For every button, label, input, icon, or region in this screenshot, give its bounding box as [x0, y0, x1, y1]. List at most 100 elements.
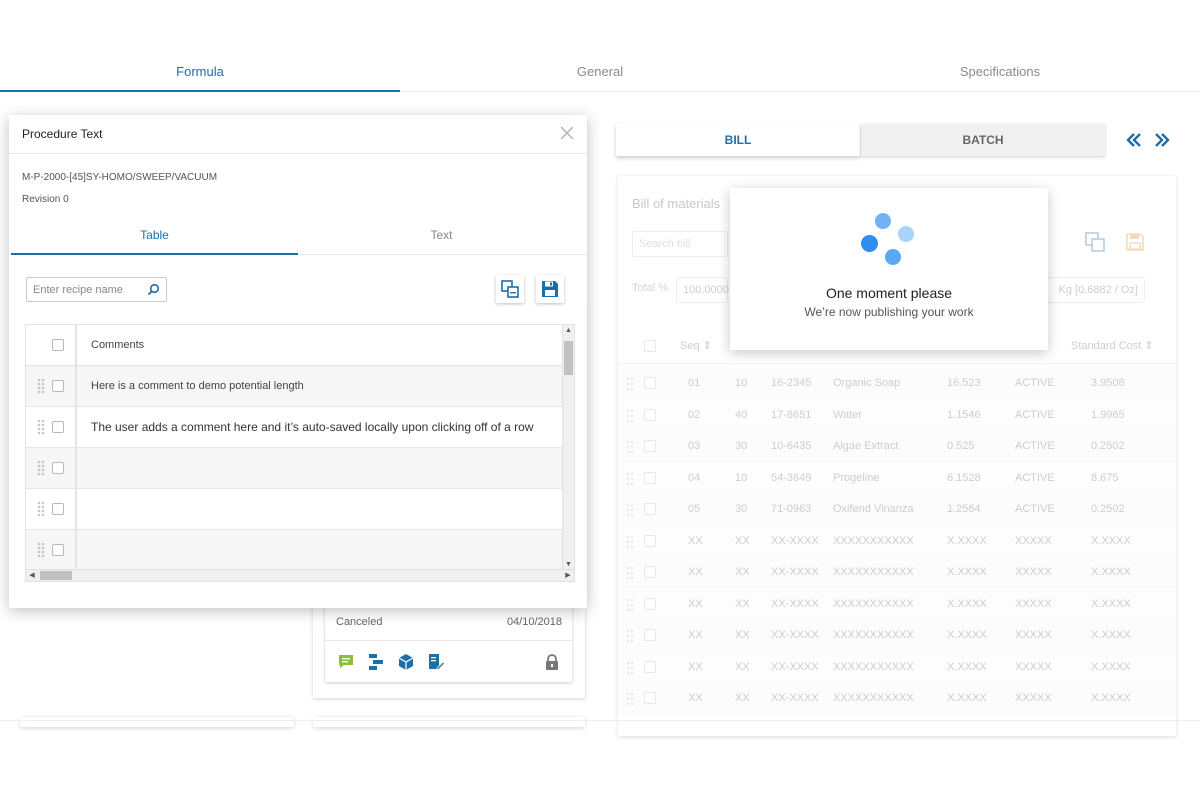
- line-cell: XX: [735, 692, 750, 704]
- tab-text[interactable]: Text: [298, 221, 585, 255]
- double-chevron-right-icon[interactable]: [1151, 128, 1173, 152]
- row-checkbox[interactable]: [644, 629, 656, 641]
- loader-title: One moment please: [825, 285, 953, 301]
- search-icon[interactable]: [147, 283, 160, 296]
- status-cell: XXXXX: [1015, 534, 1052, 547]
- status-cell: ACTIVE: [1015, 408, 1055, 421]
- row-checkbox[interactable]: [644, 534, 656, 547]
- scroll-up-icon[interactable]: ▲: [563, 325, 574, 337]
- drag-handle-icon[interactable]: [626, 598, 634, 612]
- recipe-status: Canceled: [336, 616, 383, 628]
- drag-handle-icon[interactable]: [37, 419, 45, 435]
- table-row[interactable]: The user adds a comment here and it’s au…: [26, 407, 564, 448]
- row-checkbox[interactable]: [52, 503, 64, 515]
- scroll-left-icon[interactable]: ◀: [26, 570, 38, 581]
- table-row[interactable]: [26, 489, 564, 530]
- recipe-search-field[interactable]: [26, 277, 167, 302]
- cost-cell: 1.9965: [1091, 408, 1125, 421]
- table-row[interactable]: 04 10 54-3649 Progeline 6.1528 ACTIVE 8.675: [618, 462, 1176, 494]
- package-icon[interactable]: [397, 653, 415, 671]
- table-row[interactable]: 03 30 10-6435 Algae Extract 0.525 ACTIVE 0.250…: [618, 431, 1176, 462]
- edit-doc-icon[interactable]: [427, 653, 446, 671]
- column-header-seq[interactable]: Seq ⇕: [680, 328, 712, 359]
- drag-handle-icon[interactable]: [626, 661, 634, 675]
- table-row[interactable]: XX XX XX-XXXX XXXXXXXXXXX X.XXXX XXXXX X.XXXX: [618, 651, 1176, 683]
- seq-cell: XX: [688, 629, 703, 641]
- row-checkbox[interactable]: [52, 380, 64, 392]
- row-checkbox[interactable]: [644, 408, 656, 421]
- comment-text[interactable]: The user adds a comment here and it’s au…: [91, 407, 533, 448]
- scrollbar-thumb[interactable]: [40, 571, 72, 580]
- drag-handle-icon[interactable]: [626, 629, 634, 643]
- close-icon[interactable]: [559, 125, 575, 141]
- cost-cell: 0.2502: [1091, 503, 1125, 515]
- table-row[interactable]: XX XX XX-XXXX XXXXXXXXXXX X.XXXX XXXXX X.XXXX: [618, 620, 1176, 651]
- table-row[interactable]: XX XX XX-XXXX XXXXXXXXXXX X.XXXX XXXXX X.XXXX: [618, 588, 1176, 620]
- row-checkbox[interactable]: [644, 440, 656, 452]
- drag-handle-icon[interactable]: [626, 692, 634, 706]
- table-row[interactable]: 05 30 71-0963 Oxifend Vinanza 1.2564 ACTIVE 0.…: [618, 494, 1176, 525]
- select-all-checkbox[interactable]: [644, 340, 656, 352]
- drag-handle-icon[interactable]: [626, 472, 634, 486]
- row-checkbox[interactable]: [52, 544, 64, 556]
- table-row[interactable]: 02 40 17-8651 Water 1.1546 ACTIVE 1.9965: [618, 399, 1176, 431]
- horizontal-scrollbar[interactable]: ◀ ▶: [26, 569, 574, 581]
- row-checkbox[interactable]: [644, 566, 656, 578]
- comment-text[interactable]: Here is a comment to demo potential leng…: [91, 366, 304, 407]
- segment-batch[interactable]: BATCH: [861, 124, 1105, 156]
- drag-handle-icon[interactable]: [626, 377, 634, 391]
- drag-handle-icon[interactable]: [626, 409, 634, 423]
- bill-search-input[interactable]: Search bill: [632, 231, 728, 257]
- table-row[interactable]: XX XX XX-XXXX XXXXXXXXXXX X.XXXX XXXXX X.XXXX: [618, 557, 1176, 588]
- tab-general[interactable]: General: [400, 52, 800, 92]
- drag-handle-icon[interactable]: [626, 503, 634, 517]
- recipe-search-input[interactable]: [33, 282, 143, 298]
- workflow-icon[interactable]: [367, 653, 385, 671]
- double-chevron-left-icon[interactable]: [1123, 128, 1145, 152]
- save-icon[interactable]: [1124, 231, 1152, 259]
- tab-formula[interactable]: Formula: [0, 52, 400, 92]
- drag-handle-icon[interactable]: [37, 460, 45, 476]
- drag-handle-icon[interactable]: [37, 542, 45, 558]
- row-checkbox[interactable]: [52, 421, 64, 433]
- drag-handle-icon[interactable]: [626, 535, 634, 549]
- lock-icon[interactable]: [543, 653, 561, 671]
- drag-handle-icon[interactable]: [626, 566, 634, 580]
- vertical-scrollbar[interactable]: ▲ ▼: [562, 325, 574, 571]
- column-header-standard-cost[interactable]: Standard Cost ⇕: [1071, 328, 1154, 359]
- copy-icon[interactable]: [1084, 231, 1112, 259]
- drag-handle-icon[interactable]: [37, 501, 45, 517]
- row-checkbox[interactable]: [644, 503, 656, 515]
- segment-bill[interactable]: BILL: [616, 124, 860, 156]
- save-button[interactable]: [536, 275, 564, 303]
- bill-unit-value[interactable]: Kg [0.6882 / Oz]: [1041, 277, 1145, 303]
- ingredient-name-cell: Progeline: [833, 471, 880, 484]
- table-row[interactable]: [26, 530, 564, 571]
- row-checkbox[interactable]: [644, 660, 656, 673]
- row-checkbox[interactable]: [644, 471, 656, 484]
- drag-handle-icon[interactable]: [626, 440, 634, 454]
- row-checkbox[interactable]: [644, 597, 656, 610]
- copy-button[interactable]: [496, 275, 524, 303]
- comment-icon[interactable]: [337, 653, 355, 671]
- bill-total-value[interactable]: 100.0000: [676, 277, 729, 303]
- select-all-checkbox[interactable]: [52, 339, 64, 351]
- loader-dot: [875, 213, 891, 229]
- recipe-card[interactable]: Canceled 04/10/2018: [325, 605, 572, 682]
- table-row[interactable]: Here is a comment to demo potential leng…: [26, 366, 564, 407]
- scrollbar-thumb[interactable]: [564, 341, 573, 375]
- code-cell: 71-0963: [771, 503, 812, 515]
- table-row[interactable]: 01 10 16-2345 Organic Soap 16.523 ACTIVE 3.950…: [618, 368, 1176, 399]
- table-row[interactable]: XX XX XX-XXXX XXXXXXXXXXX X.XXXX XXXXX X.XXXX: [618, 683, 1176, 714]
- tab-table[interactable]: Table: [11, 221, 298, 255]
- scroll-right-icon[interactable]: ▶: [562, 570, 574, 581]
- row-checkbox[interactable]: [644, 692, 656, 704]
- row-checkbox[interactable]: [52, 462, 64, 474]
- table-row[interactable]: [26, 448, 564, 489]
- row-checkbox[interactable]: [644, 377, 656, 389]
- table-row[interactable]: XX XX XX-XXXX XXXXXXXXXXX X.XXXX XXXXX X.XXXX: [618, 525, 1176, 557]
- drag-handle-icon[interactable]: [37, 378, 45, 394]
- tab-specifications[interactable]: Specifications: [800, 52, 1200, 92]
- comments-table: Comments Here is a comment to demo poten…: [25, 324, 575, 582]
- column-header-comments[interactable]: Comments: [91, 325, 144, 366]
